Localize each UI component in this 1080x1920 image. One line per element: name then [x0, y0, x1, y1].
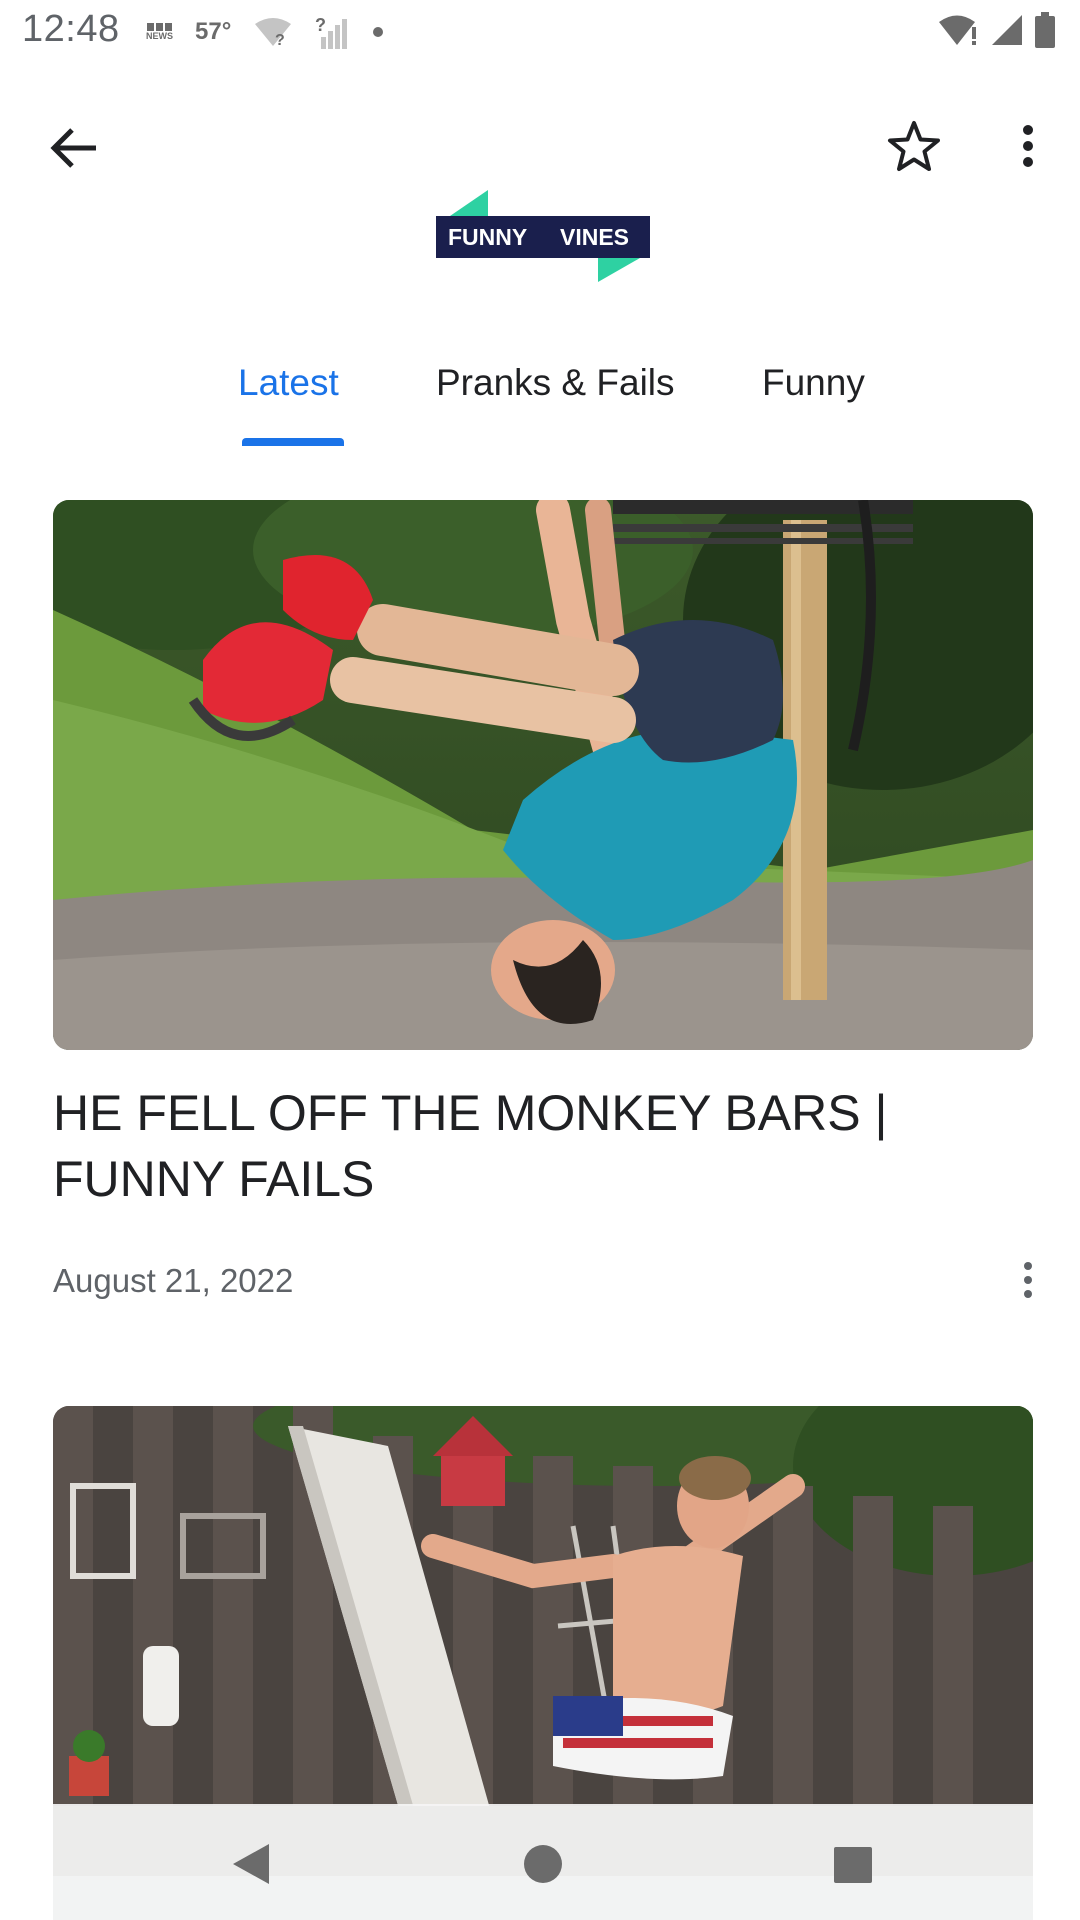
status-bar: 12:48 NEWS 57° ? ? [0, 0, 1080, 64]
bbc-news-label: NEWS [146, 31, 173, 41]
cellular-signal-icon [992, 15, 1022, 45]
tab-latest[interactable]: Latest [238, 362, 339, 404]
nav-back-icon[interactable] [231, 1842, 271, 1886]
nav-home-icon[interactable] [523, 1844, 563, 1884]
battery-icon [1035, 12, 1055, 48]
svg-text:?: ? [315, 15, 326, 35]
nav-recents-icon[interactable] [833, 1846, 873, 1884]
bbc-news-icon: NEWS [146, 23, 173, 41]
status-right-icons [938, 12, 1056, 48]
arrow-back-icon [50, 128, 96, 168]
logo-word-2: VINES [560, 224, 629, 250]
man-falling-off-monkey-bars-photo [53, 500, 1033, 1050]
more-vert-icon [1024, 1262, 1032, 1298]
temperature-label: 57° [195, 18, 232, 45]
tab-pranks-fails[interactable]: Pranks & Fails [436, 362, 675, 404]
channel-logo: FUNNY VINES [436, 190, 650, 282]
signal-question-icon: ? [315, 15, 348, 49]
article-thumbnail[interactable] [53, 500, 1033, 1050]
more-vert-icon [1023, 125, 1033, 167]
article-date: August 21, 2022 [53, 1262, 294, 1299]
article-title[interactable]: HE FELL OFF THE MONKEY BARS | FUNNY FAIL… [53, 1080, 983, 1212]
back-button[interactable] [44, 118, 104, 178]
wifi-question-icon: ? [255, 18, 292, 48]
status-left-icons: NEWS 57° ? ? [146, 14, 384, 50]
tab-funny[interactable]: Funny [762, 362, 865, 404]
wifi-alert-icon [939, 15, 976, 45]
active-tab-indicator [242, 438, 344, 446]
more-options-button[interactable] [1004, 114, 1052, 178]
svg-text:?: ? [275, 32, 285, 48]
notification-dot-icon [373, 27, 384, 37]
logo-word-1: FUNNY [448, 224, 527, 250]
bookmark-button[interactable] [882, 114, 946, 178]
star-outline-icon [888, 121, 940, 171]
article-more-button[interactable] [1012, 1252, 1044, 1308]
system-navigation-bar [53, 1804, 1033, 1920]
tab-bar: Latest Pranks & Fails Funny [0, 350, 1080, 450]
status-time: 12:48 [22, 8, 120, 50]
